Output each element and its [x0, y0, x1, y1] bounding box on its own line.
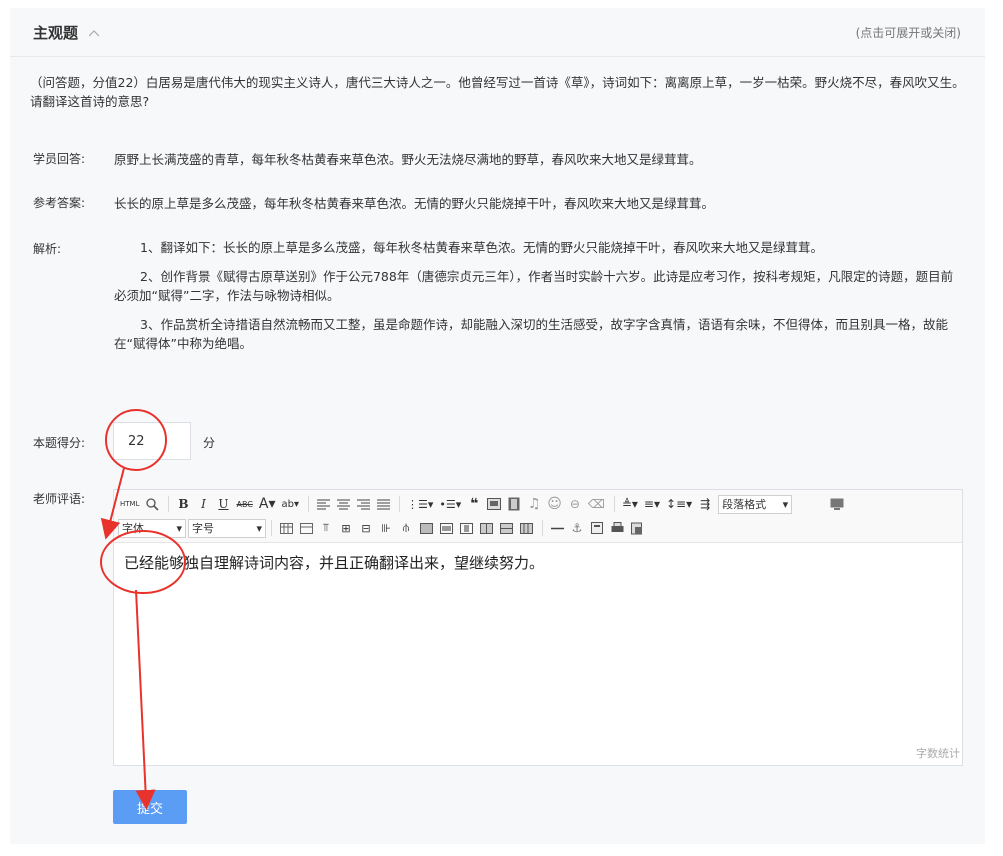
delete-row-icon[interactable]: ⊟ [357, 518, 375, 538]
toolbar-divider [308, 496, 309, 512]
section-title: 主观题 [33, 24, 79, 42]
word-count: 字数统计 [916, 747, 960, 760]
preview-icon[interactable] [143, 494, 161, 514]
unordered-list-icon[interactable]: •☰▾ [437, 494, 463, 514]
split-cols-icon[interactable] [517, 518, 535, 538]
insert-column-icon[interactable]: ⊪ [377, 518, 395, 538]
analysis-paragraph: 3、作品赏析全诗措语自然流畅而又工整，虽是命题作诗，却能融入深切的生活感受，故字… [114, 317, 948, 351]
toolbar-divider [168, 496, 170, 512]
image-icon[interactable] [485, 494, 503, 514]
merge-down-icon[interactable] [457, 518, 475, 538]
reference-answer-text: 长长的原上草是多么茂盛，每年秋冬枯黄春来草色浓。无情的野火只能烧掉干叶，春风吹来… [114, 196, 715, 211]
score-input[interactable] [113, 422, 191, 460]
toolbar-divider [542, 520, 543, 536]
emoji-icon[interactable]: ☺ [545, 494, 564, 514]
anchor-icon[interactable]: ⚓ [568, 518, 586, 538]
template-icon[interactable] [588, 518, 606, 538]
analysis-paragraph: 2、创作背景《赋得古原草送别》作于公元788年（唐德宗贞元三年），作者当时实龄十… [114, 269, 954, 303]
fullscreen-icon[interactable] [828, 494, 846, 514]
align-left-icon[interactable] [314, 494, 332, 514]
blockquote-icon[interactable]: ❝ [465, 494, 483, 514]
delete-column-icon[interactable]: ⫛ [397, 518, 415, 538]
analysis-label: 解析: [33, 242, 62, 256]
line-height-icon[interactable]: ↕≡▾ [664, 494, 694, 514]
score-unit: 分 [203, 436, 216, 450]
print-icon[interactable] [608, 518, 626, 538]
insert-paragraph-before-icon[interactable]: ⫪ [317, 518, 335, 538]
align-justify-icon[interactable] [374, 494, 392, 514]
split-cells-icon[interactable] [477, 518, 495, 538]
score-label: 本题得分: [33, 436, 86, 450]
toolbar-divider [271, 520, 272, 536]
align-right-icon[interactable] [354, 494, 372, 514]
underline-icon[interactable]: U [214, 494, 232, 514]
horizontal-rule-icon[interactable] [548, 518, 566, 538]
paragraph-format-select[interactable]: 段落格式 ▾ [718, 494, 793, 514]
subjective-panel: 主观题 (点击可展开或关闭) （问答题，分值22）白居易是唐代伟大的现实主义诗人… [10, 8, 985, 844]
student-answer-label: 学员回答: [33, 152, 86, 166]
paste-icon[interactable] [628, 518, 646, 538]
indent-icon[interactable]: ≜▾ [620, 494, 640, 514]
bold-icon[interactable]: B [174, 494, 192, 514]
font-size-select[interactable]: 字号 ▾ [188, 518, 266, 538]
comment-label: 老师评语: [33, 492, 86, 506]
link-icon[interactable]: ⊖ [566, 494, 584, 514]
submit-button[interactable]: 提交 [113, 790, 187, 824]
direction-icon[interactable]: ⇶ [696, 494, 714, 514]
merge-cells-icon[interactable] [417, 518, 435, 538]
font-color-icon[interactable]: A▾ [257, 494, 278, 514]
chevron-up-icon[interactable] [89, 28, 99, 38]
html-source-button[interactable]: HTML [118, 494, 141, 514]
toolbar-divider [399, 496, 400, 512]
highlight-icon[interactable]: ab▾ [280, 494, 302, 514]
merge-right-icon[interactable] [437, 518, 455, 538]
section-header[interactable]: 主观题 (点击可展开或关闭) [10, 8, 985, 57]
toggle-hint: (点击可展开或关闭) [855, 26, 961, 40]
student-answer-text: 原野上长满茂盛的青草，每年秋冬枯黄春来草色浓。野火无法烧尽满地的野草，春风吹来大… [114, 152, 702, 167]
toolbar-divider [613, 496, 615, 512]
analysis-paragraph: 1、翻译如下：长长的原上草是多么茂盛，每年秋冬枯黄春来草色浓。无情的野火只能烧掉… [140, 240, 823, 255]
music-icon[interactable]: ♫ [525, 494, 543, 514]
align-center-icon[interactable] [334, 494, 352, 514]
font-family-select[interactable]: 字体 ▾ [118, 518, 186, 538]
comment-text[interactable]: 已经能够独自理解诗词内容，并且正确翻译出来，望继续努力。 [124, 552, 544, 573]
video-icon[interactable] [505, 494, 523, 514]
delete-table-icon[interactable] [297, 518, 315, 538]
strikethrough-icon[interactable]: ABC [234, 494, 254, 514]
editor-toolbar: HTML B I U ABC A▾ ab▾ ⋮☰▾ •☰▾ ❝ ♫ ☺ ⊖ ⌫ … [114, 490, 962, 543]
insert-row-icon[interactable]: ⊞ [337, 518, 355, 538]
italic-icon[interactable]: I [194, 494, 212, 514]
question-text: （问答题，分值22）白居易是唐代伟大的现实主义诗人，唐代三大诗人之一。他曾经写过… [30, 75, 965, 109]
eraser-icon[interactable]: ⌫ [586, 494, 607, 514]
insert-table-icon[interactable] [277, 518, 295, 538]
reference-answer-label: 参考答案: [33, 196, 86, 210]
ordered-list-icon[interactable]: ⋮☰▾ [405, 494, 435, 514]
rich-text-editor: HTML B I U ABC A▾ ab▾ ⋮☰▾ •☰▾ ❝ ♫ ☺ ⊖ ⌫ … [113, 489, 963, 766]
paragraph-spacing-icon[interactable]: ≡▾ [642, 494, 662, 514]
split-rows-icon[interactable] [497, 518, 515, 538]
